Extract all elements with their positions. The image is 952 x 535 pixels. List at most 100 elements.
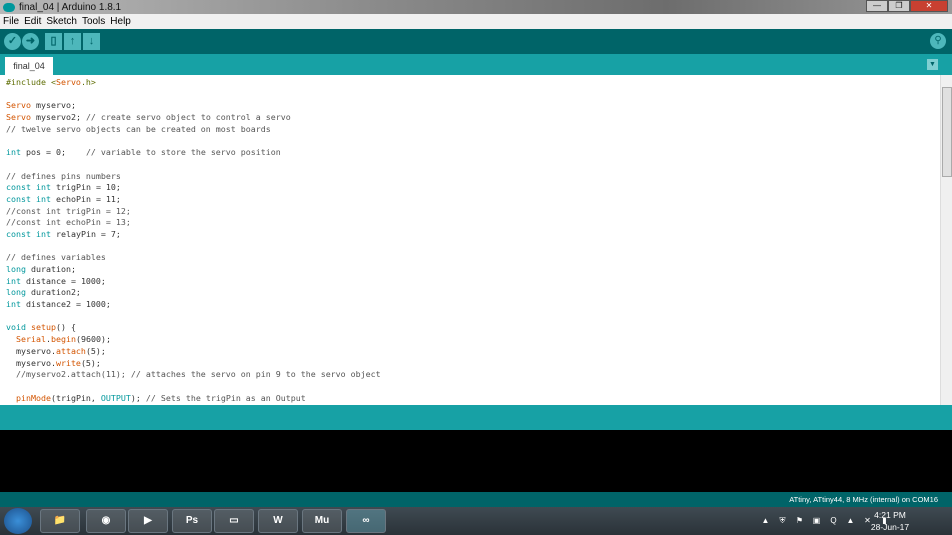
- code-line: //myservo2.attach(11); // attaches the s…: [6, 369, 381, 381]
- tray-icon[interactable]: ⚑: [794, 515, 805, 526]
- taskbar-explorer[interactable]: 📁: [40, 509, 80, 533]
- maximize-button[interactable]: ❐: [888, 0, 910, 12]
- code-token: begin: [50, 334, 76, 345]
- title-bar: final_04 | Arduino 1.8.1 — ❐ ✕: [0, 0, 952, 14]
- code-line: int distance = 1000;: [6, 276, 381, 288]
- taskbar-folder[interactable]: ▭: [214, 509, 254, 533]
- scrollbar-thumb[interactable]: [942, 87, 952, 177]
- code-token: void: [6, 322, 26, 333]
- code-token: // variable to store the servo position: [85, 147, 281, 158]
- code-line: void setup() {: [6, 322, 381, 334]
- clock-date: 28-Jun-17: [870, 522, 910, 532]
- tray-icon[interactable]: ▣: [811, 515, 822, 526]
- code-token: attach: [55, 345, 86, 356]
- menu-tools[interactable]: Tools: [82, 16, 105, 27]
- arrow-down-icon: ↓: [88, 35, 95, 47]
- tab-final-04[interactable]: final_04: [5, 57, 53, 75]
- tray-icon[interactable]: ▲: [760, 515, 771, 526]
- code-token: //myservo2.attach(11); // attaches the s…: [6, 369, 381, 380]
- code-token: long: [6, 287, 26, 298]
- code-token: pinMode: [16, 392, 51, 403]
- tray-icon[interactable]: Q: [828, 515, 839, 526]
- code-token: //const int echoPin = 13;: [6, 217, 131, 228]
- code-token: (5);: [85, 345, 106, 356]
- code-token: );: [130, 392, 146, 403]
- code-text[interactable]: #include <Servo.h> Servo myservo; Servo my…: [6, 77, 381, 404]
- code-token: //const int trigPin = 12;: [6, 205, 131, 216]
- open-button[interactable]: ↑: [64, 33, 81, 50]
- code-line: Servo myservo2; // create servo object t…: [6, 112, 381, 124]
- code-token: // Sets the trigPin as an Output: [145, 392, 306, 403]
- code-line: //const int echoPin = 13;: [6, 217, 381, 229]
- tray-icon[interactable]: ⛨: [777, 515, 788, 526]
- editor-console-divider[interactable]: [0, 405, 952, 430]
- code-token: const: [6, 228, 31, 239]
- code-token: const: [6, 182, 31, 193]
- start-button[interactable]: [4, 508, 32, 534]
- code-token: myservo.: [6, 345, 56, 356]
- code-line: const int trigPin = 10;: [6, 182, 381, 194]
- code-token: // twelve servo objects can be created o…: [6, 123, 271, 134]
- menu-bar: File Edit Sketch Tools Help: [0, 14, 952, 29]
- code-token: duration;: [25, 264, 76, 274]
- code-line: // defines pins numbers: [6, 171, 381, 183]
- clock[interactable]: 4:21 PM 28-Jun-17: [865, 509, 915, 533]
- tray-icon[interactable]: ▲: [845, 515, 856, 526]
- taskbar-muse[interactable]: Mu: [302, 509, 342, 533]
- vertical-scrollbar[interactable]: [940, 75, 952, 405]
- code-line: Servo myservo;: [6, 100, 381, 112]
- word-icon: W: [273, 515, 283, 526]
- code-token: int: [6, 147, 21, 158]
- explorer-icon: 📁: [53, 515, 67, 526]
- tab-menu-button[interactable]: ▼: [927, 59, 938, 70]
- code-token: pos = 0;: [21, 147, 86, 158]
- code-token: int: [6, 275, 21, 286]
- code-token: myservo.: [6, 357, 56, 368]
- clock-time: 4:21 PM: [874, 510, 906, 520]
- menu-sketch[interactable]: Sketch: [46, 16, 77, 27]
- code-token: // create servo object to control a serv…: [85, 112, 291, 123]
- new-button[interactable]: ▯: [45, 33, 62, 50]
- folder-icon: ▭: [229, 515, 239, 526]
- code-token: distance = 1000;: [21, 275, 106, 286]
- code-token: // defines pins numbers: [6, 170, 121, 181]
- tab-bar: final_04 ▼: [0, 54, 952, 75]
- taskbar-arduino[interactable]: ∞: [346, 509, 386, 533]
- code-token: int: [35, 182, 51, 193]
- code-token: (9600);: [75, 334, 111, 345]
- code-token: duration2;: [25, 287, 81, 298]
- minimize-button[interactable]: —: [866, 0, 888, 12]
- menu-edit[interactable]: Edit: [24, 16, 41, 27]
- taskbar-word[interactable]: W: [258, 509, 298, 533]
- taskbar-chrome[interactable]: ◉: [86, 509, 126, 533]
- code-line: int pos = 0; // variable to store the se…: [6, 147, 381, 159]
- taskbar-photoshop[interactable]: Ps: [172, 509, 212, 533]
- code-token: #include <: [6, 77, 56, 87]
- close-button[interactable]: ✕: [910, 0, 948, 12]
- save-button[interactable]: ↓: [83, 33, 100, 50]
- photoshop-icon: Ps: [185, 515, 199, 526]
- arduino-icon: ∞: [362, 515, 370, 526]
- code-line: const int echoPin = 11;: [6, 194, 381, 206]
- menu-help[interactable]: Help: [110, 16, 131, 27]
- code-token: const: [6, 193, 31, 204]
- arrow-right-icon: ➜: [25, 35, 36, 47]
- code-line: myservo.attach(5);: [6, 346, 381, 358]
- status-bar: ATtiny, ATtiny44, 8 MHz (internal) on CO…: [0, 492, 952, 507]
- menu-file[interactable]: File: [3, 16, 19, 27]
- code-line: pinMode(trigPin, OUTPUT); // Sets the tr…: [6, 393, 381, 405]
- arrow-up-icon: ↑: [69, 35, 76, 47]
- serial-monitor-button[interactable]: ⚲: [930, 33, 946, 49]
- code-editor[interactable]: #include <Servo.h> Servo myservo; Servo my…: [0, 75, 952, 405]
- upload-button[interactable]: ➜: [22, 33, 39, 50]
- code-token: relayPin = 7;: [50, 228, 121, 239]
- code-token: Serial: [16, 334, 46, 345]
- taskbar-media-player[interactable]: ▶: [128, 509, 168, 533]
- verify-button[interactable]: ✓: [4, 33, 21, 50]
- code-token: int: [35, 193, 51, 204]
